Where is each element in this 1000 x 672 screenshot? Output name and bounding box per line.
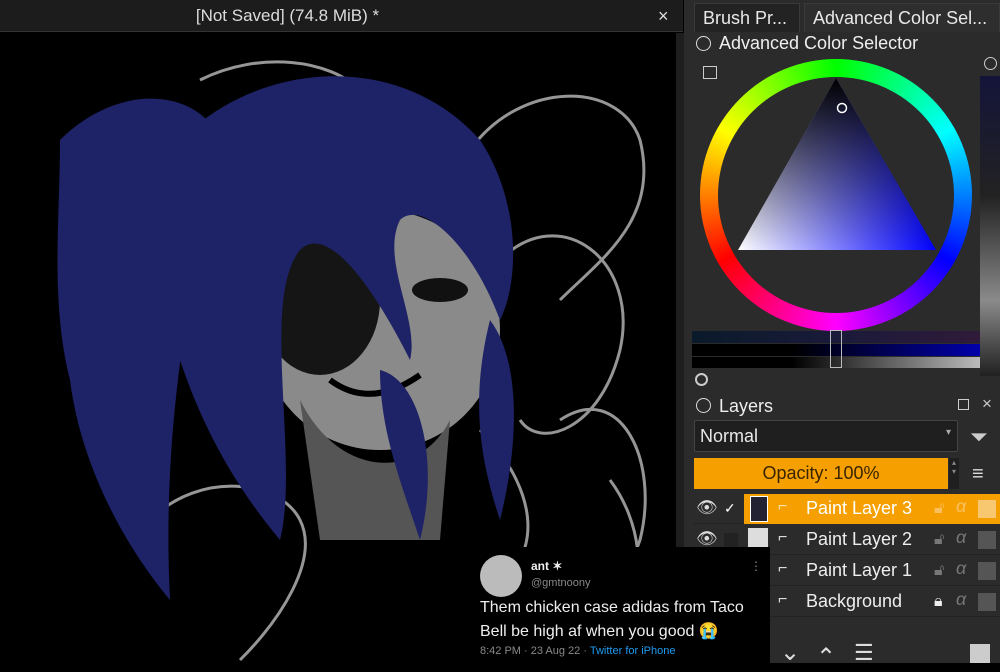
refresh-icon[interactable] (695, 373, 708, 386)
document-title[interactable]: [Not Saved] (74.8 MiB) * (0, 6, 575, 26)
tweet-text-line1: Them chicken case adidas from Taco (480, 599, 744, 616)
tweet-source: Twitter for iPhone (589, 645, 676, 657)
blend-mode-dropdown[interactable]: Normal ▾ (694, 420, 958, 452)
menu-icon[interactable]: ≡ (972, 463, 984, 486)
color-history-swatches[interactable] (980, 76, 1000, 376)
tweet-meta: 8:42 PM · 23 Aug 22 · Twitter for iPhone (480, 645, 675, 657)
lock-docker-icon[interactable] (696, 398, 711, 413)
opacity-spinner[interactable]: ▴ ▾ (949, 458, 959, 489)
chevron-down-icon: ▾ (945, 427, 951, 438)
opacity-slider[interactable]: Opacity: 100% (694, 458, 948, 489)
slider-handle[interactable] (830, 330, 842, 368)
tab-advanced-color-selector[interactable]: Advanced Color Sel... (804, 3, 1000, 32)
paint-layer-icon: ⌐ (778, 560, 788, 577)
clear-history-icon[interactable] (984, 57, 997, 70)
avatar (480, 555, 522, 597)
more-options-icon[interactable]: ⋮ (750, 559, 762, 573)
layer-name[interactable]: Paint Layer 3 (806, 498, 912, 519)
paint-layer-icon: ⌐ (778, 529, 788, 546)
tweet-author: ant ✶ (531, 559, 563, 573)
unlock-icon[interactable]: 🔓︎ (934, 500, 944, 518)
delete-layer-icon[interactable] (970, 644, 990, 663)
unlock-icon[interactable]: 🔓︎ (934, 531, 944, 549)
paint-layer-icon: ⌐ (778, 591, 788, 608)
layer-thumbnail (750, 496, 768, 522)
close-docker-icon[interactable]: × (982, 394, 992, 414)
layer-name[interactable]: Background (806, 591, 902, 612)
unlock-icon[interactable]: 🔓︎ (934, 562, 944, 580)
tweet-text-line2: Bell be high af when you good 😭 (480, 623, 719, 640)
blend-mode-value: Normal (700, 426, 759, 446)
inherit-alpha-icon[interactable] (978, 531, 996, 549)
inherit-alpha-icon[interactable] (978, 562, 996, 580)
float-docker-icon[interactable] (958, 399, 969, 410)
lock-docker-icon[interactable] (696, 36, 711, 51)
inherit-alpha-icon[interactable] (978, 593, 996, 611)
eye-icon[interactable]: 👁 (696, 498, 718, 518)
paint-layer-icon: ⌐ (778, 498, 788, 515)
layers-title: Layers (719, 396, 774, 416)
tweet-overlay: ant ✶ @gmtnoony ⋮ Them chicken case adid… (470, 547, 770, 663)
alpha-lock-icon[interactable]: α (956, 496, 966, 517)
tweet-timestamp: 8:42 PM · 23 Aug 22 · (480, 645, 590, 657)
filter-icon[interactable]: ⏷ (970, 424, 988, 450)
layer-properties-icon[interactable]: ☰ (854, 640, 874, 666)
color-selector-title: Advanced Color Selector (719, 33, 919, 53)
checkbox[interactable] (724, 533, 738, 547)
inherit-alpha-icon[interactable] (978, 500, 996, 518)
lock-icon[interactable]: 🔒︎ (934, 593, 943, 611)
layer-row[interactable]: 👁 ✓ ⌐ Paint Layer 3 🔓︎ α (694, 494, 1000, 524)
saturation-value-triangle[interactable] (736, 76, 938, 252)
eye-icon[interactable]: 👁 (696, 529, 718, 549)
settings-list-icon[interactable] (703, 66, 717, 79)
move-layer-up-icon[interactable]: ⌃ (816, 643, 836, 672)
tab-brush-presets[interactable]: Brush Pr... (694, 3, 800, 32)
tweet-handle: @gmtnoony (531, 577, 591, 589)
document-tab-bar: [Not Saved] (74.8 MiB) * × (0, 0, 683, 32)
close-document-icon[interactable]: × (658, 6, 669, 27)
layer-name[interactable]: Paint Layer 1 (806, 560, 912, 581)
alpha-lock-icon[interactable]: α (956, 558, 966, 579)
layer-name[interactable]: Paint Layer 2 (806, 529, 912, 550)
checkbox-checked[interactable]: ✓ (724, 500, 736, 517)
alpha-lock-icon[interactable]: α (956, 527, 966, 548)
alpha-lock-icon[interactable]: α (956, 589, 966, 610)
